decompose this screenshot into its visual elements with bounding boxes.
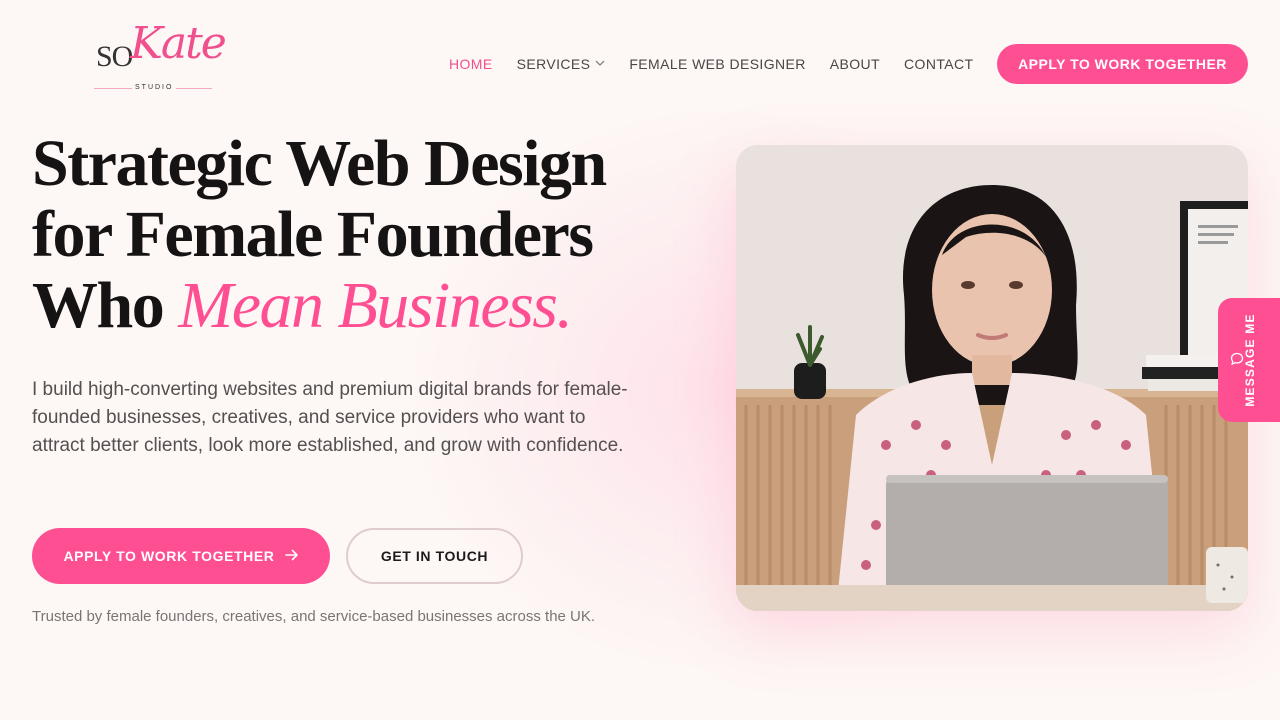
- chevron-down-icon: [595, 54, 605, 74]
- nav-services-label: SERVICES: [516, 56, 591, 72]
- nav-home-label: HOME: [449, 56, 493, 72]
- nav-home[interactable]: HOME: [449, 54, 493, 74]
- hero-title: Strategic Web Design for Female Founders…: [32, 128, 672, 341]
- brand-logo[interactable]: SO Kate STUDIO: [94, 12, 227, 96]
- nav-contact-label: CONTACT: [904, 56, 974, 72]
- nav-female-web-designer[interactable]: FEMALE WEB DESIGNER: [629, 54, 805, 74]
- get-in-touch-button[interactable]: GET IN TOUCH: [346, 528, 523, 584]
- main-nav: HOME SERVICES FEMALE WEB DESIGNER ABOUT …: [449, 54, 997, 74]
- chat-bubble-icon: [1230, 352, 1244, 366]
- hero-title-line1: Strategic Web Design: [32, 127, 607, 200]
- apply-to-work-together-button[interactable]: APPLY TO WORK TOGETHER: [32, 528, 330, 584]
- nav-about-label: ABOUT: [829, 56, 881, 72]
- logo-studio: STUDIO: [132, 84, 177, 91]
- message-me-label: MESSAGE ME: [1243, 313, 1257, 407]
- arrow-right-icon: [284, 548, 299, 565]
- hero-subtitle: I build high-converting websites and pre…: [32, 379, 628, 456]
- hero-title-accent: Mean Business.: [178, 269, 573, 342]
- logo-so: SO: [96, 40, 133, 73]
- hero-title-line3: Who: [32, 269, 179, 342]
- nav-about[interactable]: ABOUT: [830, 54, 880, 74]
- message-me-tab[interactable]: MESSAGE ME: [1218, 298, 1280, 422]
- nav-contact[interactable]: CONTACT: [904, 54, 973, 74]
- trusted-note: Trusted by female founders, creatives, a…: [32, 608, 596, 625]
- logo-kate: Kate: [130, 18, 227, 69]
- hero-title-line2: for Female Founders: [32, 198, 594, 271]
- header-apply-button[interactable]: APPLY TO WORK TOGETHER: [997, 44, 1248, 84]
- nav-services[interactable]: SERVICES: [517, 54, 606, 74]
- nav-female-web-designer-label: FEMALE WEB DESIGNER: [629, 56, 806, 72]
- hero-photo: [736, 145, 1248, 611]
- apply-button-label: APPLY TO WORK TOGETHER: [63, 548, 275, 564]
